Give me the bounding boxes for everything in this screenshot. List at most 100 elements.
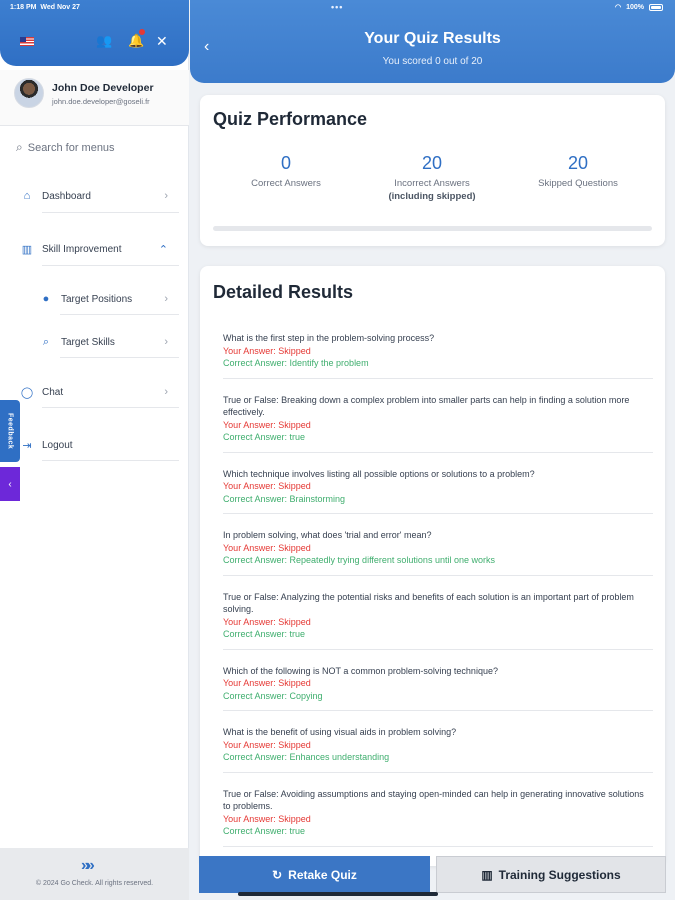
home-indicator xyxy=(238,892,438,896)
divider xyxy=(42,460,179,461)
sidebar-item-label: Dashboard xyxy=(42,190,91,202)
stat-correct-value: 0 xyxy=(280,153,291,173)
question-text: What is the first step in the problem-so… xyxy=(223,333,435,343)
us-flag-icon[interactable] xyxy=(20,37,34,46)
divider xyxy=(60,357,179,358)
close-icon[interactable]: ✕ xyxy=(156,33,168,50)
question-text: True or False: Analyzing the potential r… xyxy=(223,591,634,615)
your-answer: Your Answer: Skipped xyxy=(223,813,311,824)
stat-correct-label: Correct Answers xyxy=(251,178,321,189)
your-answer: Your Answer: Skipped xyxy=(223,481,311,491)
avatar xyxy=(14,78,44,108)
stat-skipped-label: Skipped Questions xyxy=(538,178,618,189)
chevron-right-icon: › xyxy=(164,293,168,305)
question-text: True or False: Avoiding assumptions and … xyxy=(223,788,644,812)
result-item: In problem solving, what does 'trial and… xyxy=(223,523,653,576)
chat-icon: ◯ xyxy=(20,386,34,399)
sidebar-item-target-positions[interactable]: ● Target Positions › xyxy=(39,286,178,312)
page-title: Your Quiz Results xyxy=(364,30,501,47)
result-item: What is the first step in the problem-so… xyxy=(223,326,653,379)
question-text: Which technique involves listing all pos… xyxy=(223,468,535,479)
sidebar-item-skill-improvement[interactable]: ▥ Skill Improvement ⌃ xyxy=(20,236,178,262)
menu-search-placeholder: Search for menus xyxy=(27,141,115,154)
sidebar-item-chat[interactable]: ◯ Chat › xyxy=(20,379,178,405)
users-icon[interactable]: 👥 xyxy=(96,33,112,49)
user-profile[interactable]: John Doe Developer john.doe.developer@go… xyxy=(0,70,189,126)
correct-answer: Correct Answer: Copying xyxy=(223,690,323,701)
logout-icon: ⇥ xyxy=(22,439,32,452)
your-answer: Your Answer: Skipped xyxy=(223,616,311,627)
feedback-label: Feedback xyxy=(6,412,14,450)
your-answer: Your Answer: Skipped xyxy=(223,739,311,750)
stat-incorrect-label: Incorrect Answers xyxy=(394,178,470,189)
correct-answer: Correct Answer: true xyxy=(223,629,306,639)
result-item: True or False: Breaking down a complex p… xyxy=(223,388,653,453)
divider xyxy=(60,314,179,315)
status-right: ◠ 100% xyxy=(615,3,663,11)
user-name: John Doe Developer xyxy=(52,82,154,94)
divider xyxy=(42,407,179,408)
book-icon: ▥ xyxy=(481,867,493,882)
search-icon: ⌕ xyxy=(42,335,50,348)
result-item: Which of the following is NOT a common p… xyxy=(223,659,653,711)
result-item: Which technique involves listing all pos… xyxy=(223,462,653,514)
sidebar-footer: »» © 2024 Go Check. All rights reserved. xyxy=(0,848,189,900)
sidebar-item-dashboard[interactable]: ⌂ Dashboard › xyxy=(20,183,178,209)
stat-incorrect-sublabel: (including skipped) xyxy=(388,191,476,202)
training-suggestions-button[interactable]: ▥ Training Suggestions xyxy=(436,856,666,893)
chevron-right-icon: › xyxy=(164,336,168,348)
copyright: © 2024 Go Check. All rights reserved. xyxy=(35,880,154,887)
stat-incorrect-value: 20 xyxy=(421,153,443,173)
feedback-button[interactable]: Feedback xyxy=(0,400,20,462)
detailed-results-card[interactable]: Detailed Results What is the first step … xyxy=(200,266,665,866)
retake-quiz-label: Retake Quiz xyxy=(288,867,357,882)
your-answer: Your Answer: Skipped xyxy=(223,345,311,356)
battery-percent: 100% xyxy=(626,3,644,11)
chevron-left-icon: ‹ xyxy=(8,478,12,490)
divider xyxy=(42,265,179,266)
wifi-icon: ◠ xyxy=(614,4,622,11)
notification-badge xyxy=(139,29,145,35)
stat-skipped-value: 20 xyxy=(567,153,589,173)
question-text: In problem solving, what does 'trial and… xyxy=(223,530,432,540)
your-answer: Your Answer: Skipped xyxy=(223,419,311,430)
check-circle-icon: ● xyxy=(42,293,50,305)
correct-answer: Correct Answer: Repeatedly trying differ… xyxy=(223,555,495,565)
sidebar-item-label: Target Positions xyxy=(61,293,133,305)
your-answer: Your Answer: Skipped xyxy=(223,542,311,553)
result-item: What is the benefit of using visual aids… xyxy=(223,720,653,773)
search-icon: ⌕ xyxy=(16,140,23,154)
correct-answer: Correct Answer: Enhances understanding xyxy=(223,752,390,762)
retake-quiz-button[interactable]: ↻ Retake Quiz xyxy=(199,856,430,893)
battery-icon xyxy=(649,3,663,11)
stat-skipped: 20 Skipped Questions xyxy=(508,153,648,189)
sidebar-item-label: Skill Improvement xyxy=(42,243,122,255)
result-item: True or False: Analyzing the potential r… xyxy=(223,585,653,650)
correct-answer: Correct Answer: Brainstorming xyxy=(223,493,346,504)
user-email: john.doe.developer@goseli.fr xyxy=(52,97,150,106)
correct-answer: Correct Answer: Identify the problem xyxy=(223,358,369,368)
performance-title: Quiz Performance xyxy=(213,109,368,129)
score-progress-bar xyxy=(213,226,652,231)
chevron-up-icon: ⌃ xyxy=(158,243,168,256)
go-check-logo-icon: »» xyxy=(81,857,95,874)
sidebar-item-target-skills[interactable]: ⌕ Target Skills › xyxy=(39,329,178,355)
question-text: True or False: Breaking down a complex p… xyxy=(223,394,630,418)
sidebar-item-label: Chat xyxy=(42,386,64,398)
correct-answer: Correct Answer: true xyxy=(223,432,306,442)
home-icon: ⌂ xyxy=(23,190,31,202)
results-list: What is the first step in the problem-so… xyxy=(223,326,653,856)
menu-search-input[interactable]: ⌕ Search for menus xyxy=(16,140,115,155)
sidebar-item-label: Logout xyxy=(42,439,73,451)
your-answer: Your Answer: Skipped xyxy=(223,678,311,688)
training-suggestions-label: Training Suggestions xyxy=(498,867,621,882)
chevron-right-icon: › xyxy=(164,386,168,398)
bell-icon[interactable]: 🔔 xyxy=(128,33,144,49)
correct-answer: Correct Answer: true xyxy=(223,826,306,836)
sidebar-item-logout[interactable]: ⇥ Logout xyxy=(20,432,178,458)
multitasking-dots[interactable]: ••• xyxy=(331,2,343,12)
feedback-toggle[interactable]: ‹ xyxy=(0,467,20,501)
question-text: Which of the following is NOT a common p… xyxy=(223,665,498,676)
stat-correct: 0 Correct Answers xyxy=(216,153,356,189)
score-summary: You scored 0 out of 20 xyxy=(382,56,483,67)
